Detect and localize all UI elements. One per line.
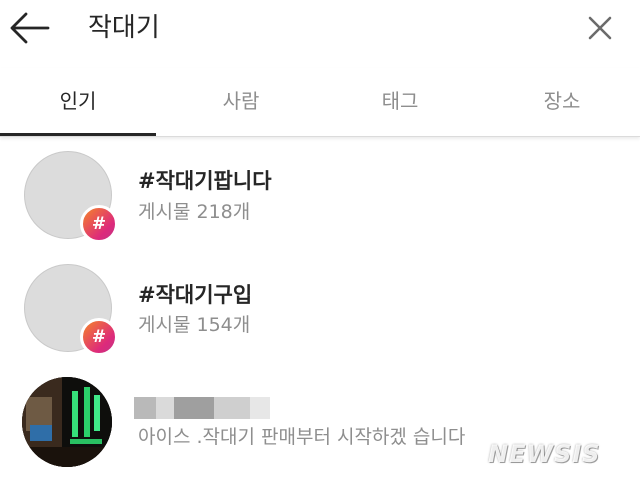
post-count: 게시물 154개	[138, 314, 251, 336]
arrow-left-icon	[10, 12, 50, 44]
hashtag-result-row[interactable]: # #작대기팝니다 게시물 218개	[0, 140, 640, 252]
blurred-account-name	[134, 397, 270, 419]
active-tab-indicator	[0, 133, 156, 136]
newsis-watermark: NEWSIS	[488, 440, 601, 468]
close-icon	[588, 16, 612, 40]
back-button[interactable]	[8, 8, 52, 48]
tab-top[interactable]: 인기	[0, 68, 156, 134]
search-header: 작대기	[0, 0, 640, 60]
profile-photo-avatar	[22, 377, 112, 467]
hashtag-result-row[interactable]: # #작대기구입 게시물 154개	[0, 254, 640, 366]
hashtag-badge-icon: #	[80, 318, 118, 356]
account-bio: 아이스 .작대기 판매부터 시작하겠 습니다	[138, 426, 466, 448]
hashtag-name: #작대기구입	[138, 283, 253, 307]
clear-search-button[interactable]	[582, 10, 618, 46]
search-query[interactable]: 작대기	[88, 10, 160, 46]
post-count: 게시물 218개	[138, 201, 251, 223]
tab-places[interactable]: 장소	[484, 68, 640, 134]
tab-people[interactable]: 사람	[163, 68, 319, 134]
search-tabs: 인기 사람 태그 장소	[0, 68, 640, 137]
tab-tags[interactable]: 태그	[322, 68, 478, 134]
hashtag-badge-icon: #	[80, 205, 118, 243]
hashtag-name: #작대기팝니다	[138, 169, 272, 193]
